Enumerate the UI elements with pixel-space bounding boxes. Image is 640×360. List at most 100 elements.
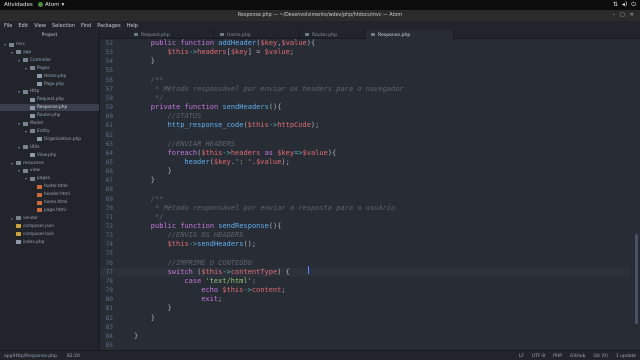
- menu-edit[interactable]: Edit: [18, 23, 28, 29]
- line-ending[interactable]: LF: [519, 354, 524, 359]
- code-line[interactable]: 71 */: [100, 213, 630, 222]
- code-line[interactable]: 61 http_response_code($this->httpCode);: [100, 121, 630, 130]
- window-title-bar[interactable]: Response.php — ~/Desenvolvimento/wdev/ph…: [0, 10, 640, 21]
- code-line[interactable]: 84}: [100, 332, 630, 341]
- git-button[interactable]: Git (0): [594, 354, 608, 359]
- code-line[interactable]: 76 //IMPRIME O CONTEÚDO: [100, 259, 630, 268]
- maximize-icon[interactable]: □: [620, 12, 625, 18]
- menu-packages[interactable]: Packages: [97, 23, 120, 29]
- tree-folder[interactable]: ▾ Utils: [0, 144, 99, 151]
- code-line[interactable]: 75: [100, 249, 630, 258]
- editor-scrollbar[interactable]: [635, 234, 638, 324]
- system-tray[interactable]: ⇅ ◂) ⏻: [613, 1, 636, 9]
- code-line[interactable]: 56 /**: [100, 76, 630, 85]
- code-token: }: [134, 331, 139, 340]
- tree-folder[interactable]: ▸ vendor: [0, 215, 99, 222]
- code-editor[interactable]: 85 84} 83 82} 81} 80 exit; 79 echo $this->conten…: [100, 39, 640, 350]
- tree-file[interactable]: View.php: [0, 152, 99, 159]
- menu-view[interactable]: View: [34, 23, 46, 29]
- power-icon[interactable]: ⏻: [631, 1, 636, 9]
- tab-request-php[interactable]: Request.php: [129, 30, 214, 39]
- code-line[interactable]: 78 case 'text/html':: [100, 277, 630, 286]
- tree-folder[interactable]: ▾ resources: [0, 160, 99, 167]
- tree-file[interactable]: Organization.php: [0, 136, 99, 143]
- cursor-position[interactable]: 82:20: [67, 354, 80, 359]
- tab-project[interactable]: Project: [0, 30, 100, 39]
- tab-response-php[interactable]: Response.php: [366, 30, 454, 39]
- menu-help[interactable]: Help: [127, 23, 138, 29]
- code-line[interactable]: 64 foreach($this->headers as $key=>$value…: [100, 149, 630, 158]
- tree-folder[interactable]: ▾ Http: [0, 88, 99, 95]
- file-path[interactable]: app/Http/Response.php: [4, 354, 57, 359]
- code-line[interactable]: 80 exit;: [100, 295, 630, 304]
- tree-file[interactable]: composer.lock: [0, 231, 99, 238]
- tree-folder[interactable]: ▾ view: [0, 167, 99, 174]
- tree-file[interactable]: composer.json: [0, 223, 99, 230]
- tree-folder[interactable]: ▾ Model: [0, 120, 99, 127]
- code-line[interactable]: 62: [100, 131, 630, 140]
- encoding[interactable]: UTF-8: [532, 354, 545, 359]
- menu-selection[interactable]: Selection: [52, 23, 75, 29]
- folder-icon: [16, 161, 21, 165]
- code-line[interactable]: 63 //ENVIAR HEADERS: [100, 140, 630, 149]
- code-line[interactable]: 73 //ENVIA OS HEADERS: [100, 231, 630, 240]
- close-icon[interactable]: ✕: [630, 12, 634, 18]
- tab-home-php[interactable]: Home.php: [215, 30, 300, 39]
- tree-file[interactable]: footer.html: [0, 183, 99, 190]
- code-line[interactable]: 79 echo $this->content;: [100, 286, 630, 295]
- code-token: sendHeaders: [197, 240, 244, 249]
- code-line[interactable]: 59 private function sendHeaders(){: [100, 103, 630, 112]
- tree-folder[interactable]: ▾ Entity: [0, 128, 99, 135]
- code-line[interactable]: 60 //STATUS: [100, 112, 630, 121]
- code-line[interactable]: 81}: [100, 304, 630, 313]
- code-line[interactable]: 85: [100, 341, 630, 350]
- tree-folder[interactable]: ▾ Pages: [0, 65, 99, 72]
- tab-router-php[interactable]: Router.php: [300, 30, 365, 39]
- tree-file[interactable]: home.html: [0, 199, 99, 206]
- code-text: http_response_code($this->httpCode);: [168, 121, 320, 129]
- code-token: ->: [268, 121, 278, 130]
- code-line[interactable]: 67}: [100, 176, 630, 185]
- project-tree[interactable]: ▾ mvc ▾ app ▾ Controller ▾ Pages Home.php Page.ph…: [0, 39, 100, 350]
- activities-button[interactable]: Atividades: [4, 2, 33, 8]
- code-line[interactable]: 57 * Método responsável por enviar os he…: [100, 85, 630, 94]
- tree-file[interactable]: Router.php: [0, 112, 99, 119]
- code-line[interactable]: 58 */: [100, 94, 630, 103]
- code-line[interactable]: 68: [100, 185, 630, 194]
- code-line[interactable]: 70 * Método responsável por enviar a res…: [100, 204, 630, 213]
- code-line[interactable]: 54}: [100, 57, 630, 66]
- menu-find[interactable]: Find: [81, 23, 91, 29]
- code-line[interactable]: 52 public function addHeader($key,$value)…: [100, 39, 630, 48]
- code-line[interactable]: 72 public function sendResponse(){: [100, 222, 630, 231]
- tree-folder[interactable]: ▾ pages: [0, 175, 99, 182]
- tree-file[interactable]: header.html: [0, 191, 99, 198]
- volume-icon[interactable]: ◂): [622, 1, 627, 9]
- tree-file[interactable]: Home.php: [0, 73, 99, 80]
- code-line[interactable]: 83: [100, 323, 630, 332]
- network-icon[interactable]: ⇅: [613, 1, 618, 9]
- tree-file[interactable]: index.php: [0, 239, 99, 246]
- code-line[interactable]: 65 header($key.': '.$value);: [100, 158, 630, 167]
- tree-file[interactable]: page.html: [0, 207, 99, 214]
- code-line[interactable]: 77 switch ($this->contentType) {: [100, 267, 630, 277]
- code-token: * Método responsável por enviar a respos…: [150, 203, 396, 212]
- tree-file[interactable]: Response.php: [0, 104, 99, 112]
- app-menu[interactable]: Atom ▾: [38, 2, 64, 8]
- minimize-icon[interactable]: –: [613, 12, 616, 18]
- tree-file[interactable]: Page.php: [0, 81, 99, 88]
- code-line[interactable]: 69 /**: [100, 195, 630, 204]
- code-line[interactable]: 55: [100, 66, 630, 75]
- code-line[interactable]: 74 $this->sendHeaders();: [100, 240, 630, 249]
- menu-file[interactable]: File: [4, 23, 12, 29]
- tree-folder[interactable]: ▾ Controller: [0, 57, 99, 64]
- tree-folder[interactable]: ▾ mvc: [0, 41, 99, 48]
- tree-item-label: Router.php: [37, 113, 61, 119]
- grammar[interactable]: PHP: [553, 354, 562, 359]
- code-line[interactable]: 53 $this->headers[$key] = $value;: [100, 48, 630, 57]
- code-line[interactable]: 82}: [100, 314, 630, 323]
- github-button[interactable]: GitHub: [570, 354, 586, 359]
- updates-badge[interactable]: 1 update: [616, 354, 636, 359]
- tree-file[interactable]: Request.php: [0, 96, 99, 103]
- tree-folder[interactable]: ▾ app: [0, 49, 99, 56]
- code-line[interactable]: 66}: [100, 167, 630, 176]
